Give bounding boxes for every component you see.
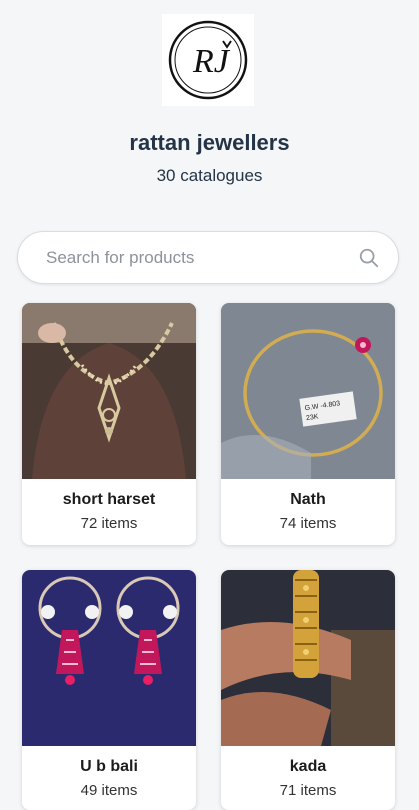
search-icon[interactable] xyxy=(358,247,380,269)
catalogue-image xyxy=(22,570,196,746)
catalogue-image xyxy=(22,303,196,479)
catalogue-name: kada xyxy=(289,758,327,775)
catalogue-item-count: 74 items xyxy=(279,515,337,532)
catalogue-name: short harset xyxy=(62,491,156,508)
catalogue-image xyxy=(221,570,395,746)
catalogue-name: U b bali xyxy=(80,758,138,775)
catalogue-item-count: 71 items xyxy=(279,782,337,799)
catalogue-name: Nath xyxy=(290,491,326,508)
search-input[interactable] xyxy=(44,246,358,269)
search-bar[interactable] xyxy=(17,231,399,284)
catalogue-count: 30 catalogues xyxy=(156,166,263,185)
catalogue-image: G.W -4.803 23K xyxy=(221,303,395,479)
catalogue-card-short-harset[interactable]: short harset 72 items xyxy=(22,303,196,545)
catalogue-card-u-b-bali[interactable]: U b bali 49 items xyxy=(22,570,196,810)
catalogue-card-nath[interactable]: G.W -4.803 23K Nath 74 items xyxy=(221,303,395,545)
shop-logo: RJ xyxy=(162,14,254,106)
logo-monogram-text: RJ xyxy=(192,43,231,80)
shop-name: rattan jewellers xyxy=(129,130,290,155)
catalogue-item-count: 49 items xyxy=(80,782,138,799)
catalogue-item-count: 72 items xyxy=(80,515,138,532)
rj-monogram-logo: RJ xyxy=(168,20,248,100)
catalogue-card-kada[interactable]: kada 71 items xyxy=(221,570,395,810)
